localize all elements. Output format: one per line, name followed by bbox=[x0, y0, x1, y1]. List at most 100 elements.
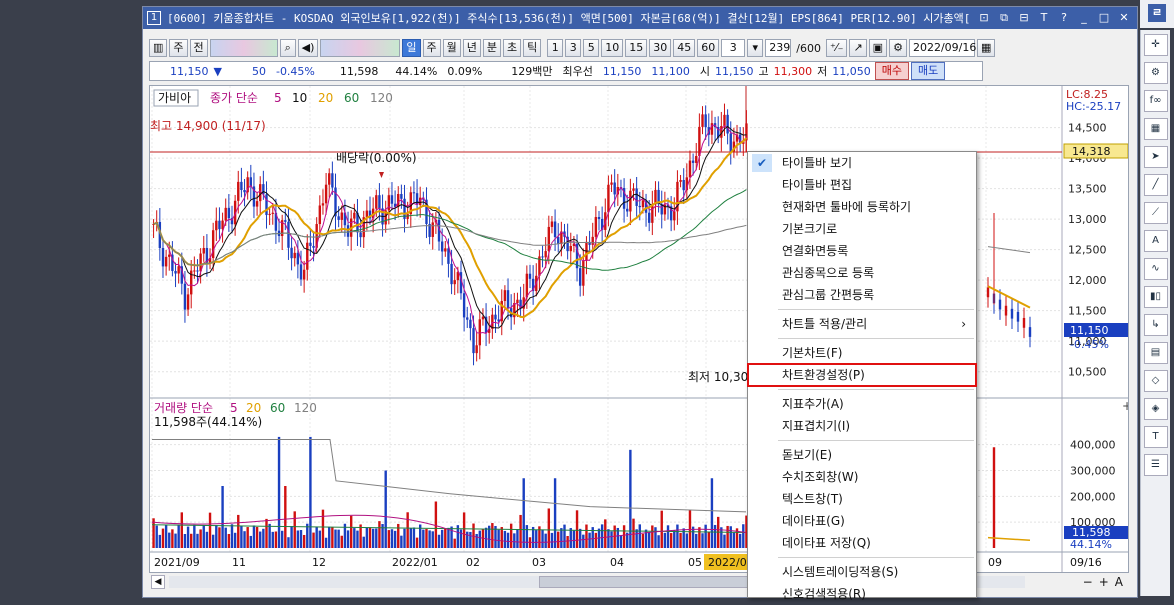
layout-icon[interactable]: ▥ bbox=[149, 39, 168, 57]
properties-icon[interactable]: ☰ bbox=[1143, 454, 1168, 476]
title-bar[interactable]: 1 [0600] 키움종합차트 - KOSDAQ 외국인보유[1,922(천)]… bbox=[143, 7, 1137, 29]
auto-trend-icon[interactable]: A bbox=[1143, 230, 1168, 252]
trendline-icon[interactable]: ⟋ bbox=[1143, 202, 1168, 224]
volume-bar bbox=[525, 525, 529, 548]
eraser-icon[interactable]: ◇ bbox=[1143, 370, 1168, 392]
help-icon[interactable]: ? bbox=[1057, 11, 1071, 25]
menu-item-0[interactable]: ✔ 타이틀바 보기 bbox=[748, 152, 976, 174]
menu-item-1[interactable]: 타이틀바 편집 bbox=[748, 174, 976, 196]
menu-item-14[interactable]: 텍스트창(T) bbox=[748, 488, 976, 510]
menu-separator bbox=[778, 309, 974, 310]
menu-item-label: 텍스트창(T) bbox=[782, 492, 843, 506]
menu-item-6[interactable]: 관심그룹 간편등록 bbox=[748, 284, 976, 306]
volume-bar bbox=[409, 528, 412, 548]
arrow-tool-icon[interactable]: ↳ bbox=[1143, 314, 1168, 336]
app-logo-icon[interactable]: ㄹ bbox=[1148, 4, 1166, 22]
minute-1[interactable]: 1 bbox=[547, 39, 564, 57]
menu-separator bbox=[778, 557, 974, 558]
menu-item-15[interactable]: 데이타표(G) bbox=[748, 510, 976, 532]
count-input[interactable]: 239 bbox=[765, 39, 792, 57]
volume-bar bbox=[202, 525, 205, 548]
buy-button[interactable]: 매수 bbox=[874, 62, 910, 80]
menu-item-5[interactable]: 관심종목으로 등록 bbox=[748, 262, 976, 284]
trend-icon[interactable]: ↗ bbox=[849, 39, 867, 57]
stock-code-input[interactable] bbox=[209, 39, 278, 57]
menu-item-17[interactable]: 시스템트레이딩적용(S) bbox=[748, 561, 976, 583]
volume-bar bbox=[516, 529, 519, 548]
volume-bar bbox=[557, 531, 560, 548]
price-legend-ma: 20 bbox=[318, 91, 333, 105]
zoom-icon[interactable]: ⁺⁄₋ bbox=[826, 39, 848, 57]
candle-body bbox=[638, 205, 641, 208]
sell-button[interactable]: 매도 bbox=[911, 62, 946, 80]
minute-15[interactable]: 15 bbox=[625, 39, 648, 57]
settings-icon[interactable]: ⚙ bbox=[889, 39, 907, 57]
menu-item-7[interactable]: 차트틀 적용/관리 › bbox=[748, 313, 976, 335]
stock-chart[interactable]: 14,50014,00013,50013,00012,50012,00011,5… bbox=[150, 86, 1132, 572]
search-icon[interactable]: ⌕ bbox=[279, 39, 296, 57]
auto-scale-icon[interactable]: A bbox=[1115, 575, 1123, 589]
calendar-icon[interactable]: ▦ bbox=[976, 39, 996, 57]
volume-bar bbox=[453, 538, 456, 548]
minimize-button[interactable]: _ bbox=[1077, 11, 1091, 25]
formula-icon[interactable]: f∞ bbox=[1143, 90, 1168, 112]
period-tick[interactable]: 틱 bbox=[523, 39, 542, 57]
minute-5[interactable]: 5 bbox=[583, 39, 600, 57]
period-second[interactable]: 초 bbox=[503, 39, 522, 57]
erase-all-icon[interactable]: ◈ bbox=[1143, 398, 1168, 420]
close-button[interactable]: ✕ bbox=[1117, 11, 1131, 25]
fibonacci-icon[interactable]: ▤ bbox=[1143, 342, 1168, 364]
prev-button[interactable]: 전 bbox=[189, 39, 208, 57]
menu-item-4[interactable]: 연결화면등록 bbox=[748, 240, 976, 262]
scroll-left-icon[interactable]: ◀ bbox=[151, 575, 165, 589]
text-tool-icon[interactable]: T bbox=[1143, 426, 1168, 448]
menu-item-9[interactable]: 차트환경설정(P) bbox=[747, 363, 977, 387]
chart-area[interactable]: 14,500 14,000 13,500 13,000 12,500 12,000 11,5… bbox=[149, 85, 1132, 573]
code-type-select[interactable]: 주 bbox=[169, 39, 188, 57]
volume-bar bbox=[230, 524, 234, 548]
menu-item-3[interactable]: 기본크기로 bbox=[748, 218, 976, 240]
minute-10[interactable]: 10 bbox=[601, 39, 624, 57]
menu-item-12[interactable]: 돋보기(E) bbox=[748, 444, 976, 466]
minute-3[interactable]: 3 bbox=[565, 39, 582, 57]
restore-layout-icon[interactable]: ⧉ bbox=[997, 11, 1011, 25]
tile-icon[interactable]: ⊟ bbox=[1017, 11, 1031, 25]
period-day[interactable]: 일 bbox=[402, 39, 421, 57]
period-month[interactable]: 월 bbox=[442, 39, 461, 57]
menu-item-2[interactable]: 현재화면 툴바에 등록하기 bbox=[748, 196, 976, 218]
volume-bar bbox=[594, 532, 598, 548]
save-icon[interactable]: ▣ bbox=[868, 39, 888, 57]
toolbar-toggle-icon[interactable]: ⊡ bbox=[977, 11, 991, 25]
chart-scrollbar[interactable]: ◀ − + A bbox=[149, 573, 1129, 591]
menu-item-13[interactable]: 수치조회창(W) bbox=[748, 466, 976, 488]
cursor-icon[interactable]: ➤ bbox=[1143, 146, 1168, 168]
crosshair-icon[interactable]: ✛ bbox=[1143, 34, 1168, 56]
minute-60[interactable]: 60 bbox=[697, 39, 720, 57]
minute-45[interactable]: 45 bbox=[673, 39, 696, 57]
period-year[interactable]: 년 bbox=[462, 39, 481, 57]
grid-icon[interactable]: ▦ bbox=[1143, 118, 1168, 140]
speaker-icon[interactable]: ◀) bbox=[297, 39, 319, 57]
menu-item-8[interactable]: 기본차트(F) bbox=[748, 342, 976, 364]
text-icon[interactable]: T bbox=[1037, 11, 1051, 25]
volume-legend-ma: 60 bbox=[270, 401, 285, 415]
date-input[interactable]: 2022/09/16 bbox=[908, 39, 976, 57]
candle-body bbox=[412, 192, 416, 194]
period-minute[interactable]: 분 bbox=[482, 39, 502, 57]
price-legend-ma: 5 bbox=[274, 91, 282, 105]
menu-item-10[interactable]: 지표추가(A) bbox=[748, 393, 976, 415]
zoom-in-icon[interactable]: + bbox=[1099, 575, 1109, 589]
candle-icon[interactable]: ▮▯ bbox=[1143, 286, 1168, 308]
menu-item-11[interactable]: 지표겹치기(I) bbox=[748, 415, 976, 437]
maximize-button[interactable]: □ bbox=[1097, 11, 1111, 25]
minute-30[interactable]: 30 bbox=[649, 39, 672, 57]
line-tool-icon[interactable]: ╱ bbox=[1143, 174, 1168, 196]
gear-icon[interactable]: ⚙ bbox=[1143, 62, 1168, 84]
period-week[interactable]: 주 bbox=[422, 39, 441, 57]
menu-item-18[interactable]: 신호검색적용(R) bbox=[748, 583, 976, 605]
interval-input[interactable]: 3 bbox=[721, 39, 746, 57]
interval-dropdown-icon[interactable]: ▾ bbox=[747, 39, 764, 57]
zoom-out-icon[interactable]: − bbox=[1083, 575, 1093, 589]
wave-icon[interactable]: ∿ bbox=[1143, 258, 1168, 280]
menu-item-16[interactable]: 데이타표 저장(Q) bbox=[748, 532, 976, 554]
